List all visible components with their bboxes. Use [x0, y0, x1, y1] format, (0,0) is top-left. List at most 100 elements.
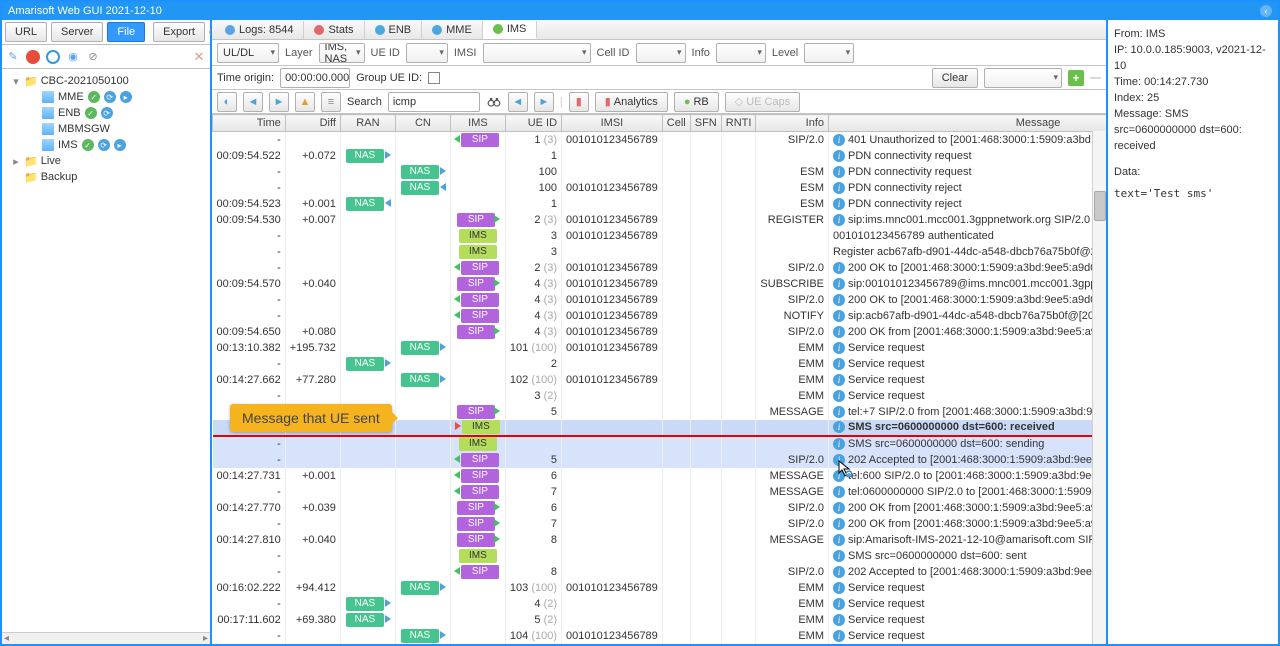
level-label: Level: [772, 47, 798, 59]
tabs: Logs: 8544StatsENBMMEIMS: [212, 20, 1106, 40]
time-origin-input[interactable]: 00:00:00.000: [280, 68, 350, 88]
table-row[interactable]: -NAS4 (2)EMMiService request: [213, 596, 1107, 612]
collapse-icon[interactable]: ‹: [1260, 5, 1272, 17]
menu-icon[interactable]: ≡: [321, 92, 341, 112]
tree-item-mme[interactable]: MME✓⟳▸: [4, 89, 208, 105]
tree-label: Live: [41, 155, 61, 167]
cellid-label: Cell ID: [597, 47, 630, 59]
detail-from: From: IMS: [1114, 26, 1272, 42]
detail-time: Time: 00:14:27.730: [1114, 74, 1272, 90]
tab-mme[interactable]: MME: [422, 21, 483, 39]
prev-icon[interactable]: ◄: [243, 92, 263, 112]
scrollbar-horizontal[interactable]: ◂▸: [2, 632, 210, 644]
export-button[interactable]: Export: [153, 22, 205, 42]
table-row[interactable]: 00:13:10.382+195.732NAS101 (100)00101012…: [213, 340, 1107, 356]
uecaps-button: ◇UE Caps: [725, 92, 801, 112]
close-icon[interactable]: ✕: [192, 50, 206, 64]
table-row[interactable]: -IMSiSMS src=0600000000 dst=600: sent: [213, 548, 1107, 564]
tab-stats[interactable]: Stats: [304, 21, 364, 39]
remove-filter-button[interactable]: —: [1090, 72, 1101, 84]
warn-icon[interactable]: ▲: [295, 92, 315, 112]
table-row[interactable]: 00:16:02.222+94.412NAS103 (100)001010123…: [213, 580, 1107, 596]
table-row[interactable]: -SIP4 (3)001010123456789NOTIFYisip:acb67…: [213, 308, 1107, 324]
scrollbar-vertical[interactable]: [1092, 131, 1106, 644]
table-row[interactable]: -SIP8SIP/2.0i202 Accepted to [2001:468:3…: [213, 564, 1107, 580]
tree-label: CBC-2021050100: [41, 75, 129, 87]
table-row[interactable]: 00:14:27.770+0.039SIP6SIP/2.0i200 OK fro…: [213, 500, 1107, 516]
uldl-select[interactable]: UL/DL: [217, 43, 279, 63]
add-filter-button[interactable]: +: [1068, 70, 1084, 86]
table-row[interactable]: -NAS2EMMiService request: [213, 356, 1107, 372]
layer-label: Layer: [285, 47, 313, 59]
stop-icon[interactable]: [26, 50, 40, 64]
ueid-label: UE ID: [371, 47, 400, 59]
clear-icon[interactable]: ⊘: [86, 50, 100, 64]
time-origin-label: Time origin:: [217, 72, 274, 84]
table-row[interactable]: -IMS3Register acb67afb-d901-44dc-a548-db…: [213, 244, 1107, 260]
pause-icon[interactable]: ◐: [217, 92, 237, 112]
binoculars-icon[interactable]: [486, 95, 502, 109]
cellid-select[interactable]: [636, 43, 686, 63]
table-row[interactable]: -IMSiSMS src=0600000000 dst=600: sending: [213, 436, 1107, 452]
tab-enb[interactable]: ENB: [365, 21, 423, 39]
table-row[interactable]: 00:14:27.662+77.280NAS102 (100)001010123…: [213, 372, 1107, 388]
table-row[interactable]: -NAS100ESMiPDN connectivity request: [213, 164, 1107, 180]
sidebar: URL Server File Export ⟳ ✎ ◉ ⊘ ✕ ▾📁 CBC-…: [2, 20, 212, 644]
table-row[interactable]: 00:17:11.602+69.380NAS5 (2)EMMiService r…: [213, 612, 1107, 628]
info-select[interactable]: [716, 43, 766, 63]
detail-msg: Message: SMS src=0600000000 dst=600: rec…: [1114, 106, 1272, 154]
rb-button[interactable]: ●RB: [674, 92, 719, 112]
table-row[interactable]: -3 (2)EMMiService request: [213, 388, 1107, 404]
tree-item-ims[interactable]: IMS✓⟳▸: [4, 137, 208, 153]
table-row[interactable]: -SIP7SIP/2.0i200 OK from [2001:468:3000:…: [213, 516, 1107, 532]
detail-panel: From: IMS IP: 10.0.0.185:9003, v2021-12-…: [1106, 20, 1278, 644]
detail-ip: IP: 10.0.0.185:9003, v2021-12-10: [1114, 42, 1272, 74]
table-row[interactable]: -IMS3001010123456789001010123456789 auth…: [213, 228, 1107, 244]
table-row[interactable]: -SIP5SIP/2.0i202 Accepted to [2001:468:3…: [213, 452, 1107, 468]
tree-item-mbmsgw[interactable]: MBMSGW: [4, 121, 208, 137]
tree-live[interactable]: ▸📁 Live: [4, 153, 208, 169]
analytics-button[interactable]: ▮Analytics: [595, 92, 668, 112]
tab-logs[interactable]: Logs: 8544: [215, 21, 304, 39]
tree-root[interactable]: ▾📁 CBC-2021050100: [4, 73, 208, 89]
tab-ims[interactable]: IMS: [483, 21, 538, 39]
search-next-icon[interactable]: ►: [534, 92, 554, 112]
table-row[interactable]: -SIP1 (3)001010123456789SIP/2.0i401 Unau…: [213, 132, 1107, 148]
table-row[interactable]: 00:14:27.810+0.040SIP8MESSAGEisip:Amaris…: [213, 532, 1107, 548]
reconnect-icon[interactable]: [46, 50, 60, 64]
info-label: Info: [692, 47, 710, 59]
table-row[interactable]: 00:09:54.522+0.072NAS1iPDN connectivity …: [213, 148, 1107, 164]
tree-backup[interactable]: ▸📁 Backup: [4, 169, 208, 185]
table-row[interactable]: 00:09:54.523+0.001NAS1ESMiPDN connectivi…: [213, 196, 1107, 212]
table-row[interactable]: -NAS104 (100)001010123456789EMMiService …: [213, 628, 1107, 644]
imsi-select[interactable]: [483, 43, 591, 63]
search-input[interactable]: icmp: [388, 92, 480, 112]
chart-icon[interactable]: ▮: [569, 92, 589, 112]
table-row[interactable]: -NAS100001010123456789ESMiPDN connectivi…: [213, 180, 1107, 196]
wand-icon[interactable]: ✎: [6, 50, 20, 64]
table-row[interactable]: -SIP2 (3)001010123456789SIP/2.0i200 OK t…: [213, 260, 1107, 276]
level-select[interactable]: [804, 43, 854, 63]
imsi-label: IMSI: [454, 47, 477, 59]
server-button[interactable]: Server: [51, 22, 103, 42]
grid-header[interactable]: TimeDiffRANCNIMSUE IDIMSICellSFNRNTIInfo…: [213, 115, 1107, 132]
table-row[interactable]: -SIP7MESSAGEitel:0600000000 SIP/2.0 to […: [213, 484, 1107, 500]
url-button[interactable]: URL: [5, 22, 47, 42]
tree-item-enb[interactable]: ENB✓⟳: [4, 105, 208, 121]
table-row[interactable]: -SIP4 (3)001010123456789SIP/2.0i200 OK t…: [213, 292, 1107, 308]
next-icon[interactable]: ►: [269, 92, 289, 112]
detail-index: Index: 25: [1114, 90, 1272, 106]
table-row[interactable]: 00:14:27.731+0.001SIP6MESSAGEitel:600 SI…: [213, 468, 1107, 484]
ueid-select[interactable]: [406, 43, 448, 63]
file-button[interactable]: File: [107, 22, 145, 42]
filter-preset-select[interactable]: [984, 68, 1062, 88]
search-prev-icon[interactable]: ◄: [508, 92, 528, 112]
globe-icon[interactable]: ◉: [66, 50, 80, 64]
layer-select[interactable]: IMS, NAS: [319, 43, 365, 63]
table-row[interactable]: 00:09:54.530+0.007SIP2 (3)00101012345678…: [213, 212, 1107, 228]
search-label: Search: [347, 96, 382, 108]
clear-button[interactable]: Clear: [932, 68, 978, 88]
table-row[interactable]: 00:09:54.570+0.040SIP4 (3)00101012345678…: [213, 276, 1107, 292]
group-ue-checkbox[interactable]: [428, 72, 440, 84]
table-row[interactable]: 00:09:54.650+0.080SIP4 (3)00101012345678…: [213, 324, 1107, 340]
